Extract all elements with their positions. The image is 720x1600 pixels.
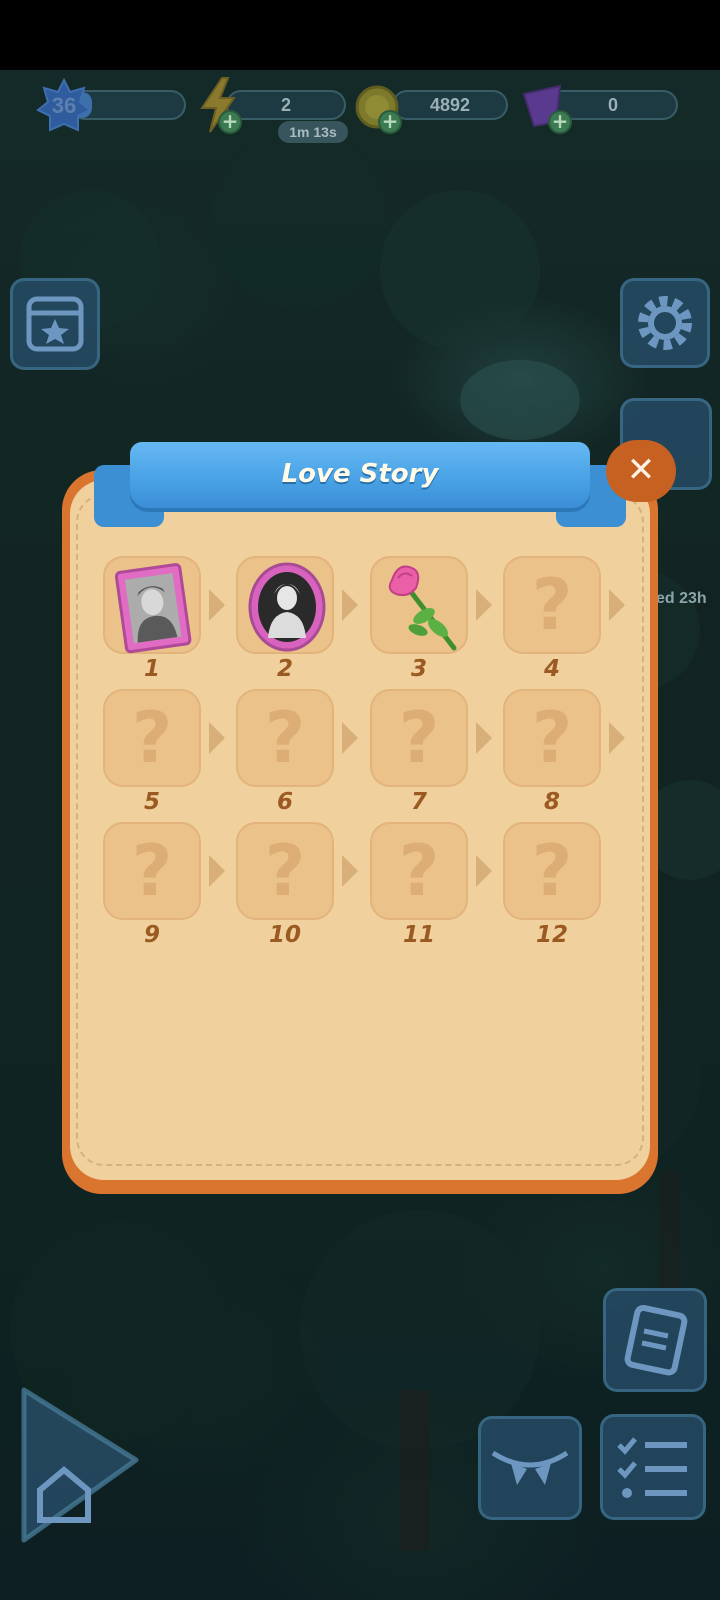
tile-number: 6 <box>276 789 293 815</box>
story-item-tile[interactable] <box>370 556 468 654</box>
tile-number: 5 <box>143 789 160 815</box>
settings-button[interactable] <box>620 278 710 368</box>
locked-story-tile[interactable]: ? <box>103 822 201 920</box>
side-event-timer: ed 23h <box>656 590 707 607</box>
question-mark-icon: ? <box>264 697 306 779</box>
question-mark-icon: ? <box>531 830 573 912</box>
decorations-button[interactable] <box>478 1416 582 1520</box>
coins-plus-button[interactable]: + <box>378 110 402 134</box>
status-bar <box>0 0 720 70</box>
chevron-right-icon <box>342 855 358 887</box>
locked-story-tile[interactable]: ? <box>503 556 601 654</box>
energy-timer: 1m 13s <box>278 121 348 143</box>
energy-bar[interactable]: 2 <box>226 90 346 120</box>
locked-story-tile[interactable]: ? <box>103 689 201 787</box>
question-mark-icon: ? <box>398 697 440 779</box>
tile-number: 1 <box>143 656 160 682</box>
question-mark-icon: ? <box>531 564 573 646</box>
tile-number: 12 <box>535 922 568 948</box>
checklist-icon <box>617 1437 687 1498</box>
locked-story-tile[interactable]: ? <box>503 822 601 920</box>
close-icon: ✕ <box>626 450 656 490</box>
tile-number: 10 <box>268 922 301 948</box>
chevron-right-icon <box>342 722 358 754</box>
chevron-right-icon <box>609 722 625 754</box>
gems-plus-button[interactable]: + <box>548 110 572 134</box>
home-arrow-icon <box>21 1387 139 1543</box>
tile-number: 4 <box>543 656 560 682</box>
locked-story-tile[interactable]: ? <box>370 822 468 920</box>
story-item-tile[interactable] <box>236 556 334 654</box>
tile-number: 3 <box>410 656 427 682</box>
locked-story-tile[interactable]: ? <box>236 689 334 787</box>
question-mark-icon: ? <box>131 697 173 779</box>
dialog-title: Love Story <box>281 459 439 489</box>
chevron-right-icon <box>476 722 492 754</box>
tasks-button[interactable] <box>600 1414 706 1520</box>
question-mark-icon: ? <box>531 697 573 779</box>
chevron-right-icon <box>209 722 225 754</box>
chevron-right-icon <box>342 589 358 621</box>
story-item-tile[interactable] <box>103 556 201 654</box>
question-mark-icon: ? <box>264 830 306 912</box>
energy-plus-button[interactable]: + <box>218 110 242 134</box>
tile-number: 11 <box>402 922 435 948</box>
chevron-right-icon <box>209 589 225 621</box>
tile-number: 7 <box>410 789 427 815</box>
chevron-right-icon <box>476 589 492 621</box>
close-button[interactable]: ✕ <box>606 440 676 502</box>
level-number: 36 <box>51 93 77 118</box>
locked-story-tile[interactable]: ? <box>503 689 601 787</box>
coins-value: 4892 <box>429 95 471 115</box>
locked-story-tile[interactable]: ? <box>236 822 334 920</box>
gear-icon <box>638 296 692 350</box>
tile-number: 2 <box>276 656 293 682</box>
chevron-right-icon <box>209 855 225 887</box>
bunting-flags-icon <box>491 1450 569 1485</box>
book-icon <box>624 1304 688 1376</box>
tile-number: 8 <box>543 789 560 815</box>
chevron-right-icon <box>476 855 492 887</box>
events-calendar-button[interactable] <box>10 278 100 370</box>
energy-value: 2 <box>280 95 291 115</box>
locked-story-tile[interactable]: ? <box>370 689 468 787</box>
chevron-right-icon <box>609 589 625 621</box>
calendar-star-icon <box>26 296 84 352</box>
level-badge[interactable]: 36 <box>36 78 92 134</box>
question-mark-icon: ? <box>398 830 440 912</box>
question-mark-icon: ? <box>131 830 173 912</box>
tile-number: 9 <box>143 922 160 948</box>
coins-bar[interactable]: 4892 <box>392 90 508 120</box>
journal-button[interactable] <box>603 1288 707 1392</box>
home-button[interactable] <box>18 1380 142 1550</box>
